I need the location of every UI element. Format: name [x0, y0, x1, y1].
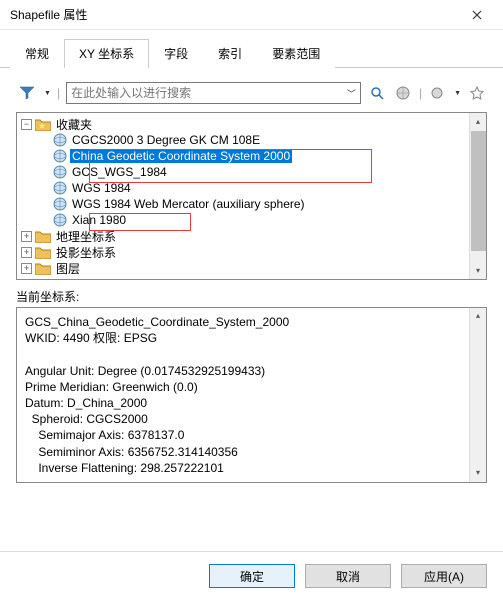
tree-favorites[interactable]: − 收藏夹	[21, 116, 486, 132]
tree-item-china2000[interactable]: China Geodetic Coordinate System 2000	[53, 148, 486, 164]
ok-button[interactable]: 确定	[209, 564, 295, 588]
collapse-icon[interactable]: −	[21, 119, 32, 130]
scroll-down-icon[interactable]: ▾	[470, 262, 486, 279]
globe-nav-button[interactable]	[393, 83, 413, 103]
tree-item-label: CGCS2000 3 Degree GK CM 108E	[70, 133, 262, 147]
tree-item-cgcs2000[interactable]: CGCS2000 3 Degree GK CM 108E	[53, 132, 486, 148]
separator-2: |	[419, 86, 422, 100]
titlebar: Shapefile 属性	[0, 0, 503, 30]
tab-xy-coord[interactable]: XY 坐标系	[64, 39, 149, 68]
tree-item-gcswgs84[interactable]: GCS_WGS_1984	[53, 164, 486, 180]
globe-icon	[53, 213, 67, 227]
tree-item-xian80[interactable]: Xian 1980	[53, 212, 486, 228]
tree-item-wgs84[interactable]: WGS 1984	[53, 180, 486, 196]
tab-index[interactable]: 索引	[203, 39, 257, 68]
search-icon	[370, 86, 384, 100]
globe-nav-icon	[396, 86, 410, 100]
current-coord-label: 当前坐标系:	[16, 288, 487, 305]
tree-geographic[interactable]: + 地理坐标系	[21, 228, 486, 244]
favorite-button[interactable]	[467, 83, 487, 103]
close-icon	[472, 10, 482, 20]
cancel-button[interactable]: 取消	[305, 564, 391, 588]
funnel-icon	[19, 85, 35, 101]
scroll-up-icon[interactable]: ▴	[470, 113, 486, 130]
tab-content: ▼ | ﹀ | ▼ − 收藏夹	[0, 68, 503, 491]
globe-icon	[53, 165, 67, 179]
tab-fields[interactable]: 字段	[149, 39, 203, 68]
chevron-down-icon-2[interactable]: ▼	[454, 90, 461, 97]
scroll-up-icon[interactable]: ▴	[470, 308, 486, 325]
tree-item-label: Xian 1980	[70, 213, 128, 227]
search-box[interactable]: ﹀	[66, 82, 361, 104]
tree-layers[interactable]: + 图层	[21, 260, 486, 276]
coord-details-text: GCS_China_Geodetic_Coordinate_System_200…	[25, 315, 289, 475]
search-toolbar: ▼ | ﹀ | ▼	[16, 82, 487, 104]
expand-icon[interactable]: +	[21, 263, 32, 274]
separator: |	[57, 86, 60, 100]
globe-icon	[53, 197, 67, 211]
tree-item-label: GCS_WGS_1984	[70, 165, 169, 179]
tree-item-label: WGS 1984 Web Mercator (auxiliary sphere)	[70, 197, 307, 211]
dropdown-arrow-icon[interactable]: ▼	[44, 90, 51, 97]
tree-item-wgs84merc[interactable]: WGS 1984 Web Mercator (auxiliary sphere)	[53, 196, 486, 212]
search-input[interactable]	[71, 86, 347, 100]
globe-dropdown-button[interactable]	[428, 83, 448, 103]
button-divider	[0, 551, 503, 552]
tab-extent[interactable]: 要素范围	[257, 39, 335, 68]
folder-icon	[35, 262, 51, 275]
tree-scrollbar[interactable]: ▴ ▾	[469, 113, 486, 279]
folder-icon	[35, 246, 51, 259]
expand-icon[interactable]: +	[21, 231, 32, 242]
coord-tree[interactable]: − 收藏夹 CGCS2000 3 Degree GK CM 108E China…	[17, 113, 486, 276]
globe-dd-icon	[431, 86, 445, 100]
coord-details-panel[interactable]: GCS_China_Geodetic_Coordinate_System_200…	[16, 307, 487, 483]
chevron-down-icon[interactable]: ﹀	[347, 87, 356, 100]
favorites-folder-icon	[35, 118, 51, 131]
globe-icon	[53, 181, 67, 195]
tree-label: 投影坐标系	[54, 244, 118, 261]
search-button[interactable]	[367, 83, 387, 103]
details-scrollbar[interactable]: ▴ ▾	[469, 308, 486, 482]
tree-item-label: China Geodetic Coordinate System 2000	[70, 149, 292, 163]
tab-bar: 常规 XY 坐标系 字段 索引 要素范围	[0, 30, 503, 68]
globe-icon	[53, 133, 67, 147]
scroll-down-icon[interactable]: ▾	[470, 465, 486, 482]
scroll-thumb[interactable]	[471, 131, 486, 251]
tab-general[interactable]: 常规	[10, 39, 64, 68]
tree-label: 地理坐标系	[54, 228, 118, 245]
tree-label: 图层	[54, 260, 82, 277]
dialog-buttons: 确定 取消 应用(A)	[209, 564, 487, 588]
close-button[interactable]	[457, 1, 497, 29]
filter-button[interactable]	[16, 82, 38, 104]
star-icon	[470, 86, 484, 100]
tree-projected[interactable]: + 投影坐标系	[21, 244, 486, 260]
expand-icon[interactable]: +	[21, 247, 32, 258]
coord-tree-panel: − 收藏夹 CGCS2000 3 Degree GK CM 108E China…	[16, 112, 487, 280]
tree-label: 收藏夹	[54, 116, 94, 133]
apply-button[interactable]: 应用(A)	[401, 564, 487, 588]
globe-icon	[53, 149, 67, 163]
folder-icon	[35, 230, 51, 243]
window-title: Shapefile 属性	[10, 6, 457, 23]
tree-item-label: WGS 1984	[70, 181, 133, 195]
